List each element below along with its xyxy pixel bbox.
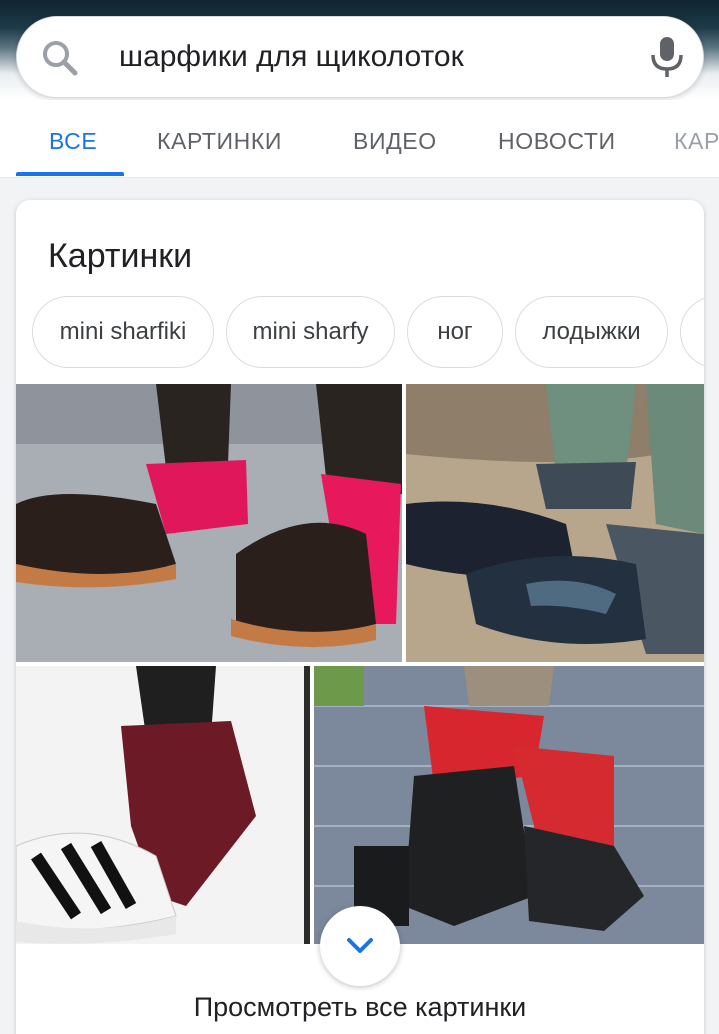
tab-images[interactable]: КАРТИНКИ — [157, 128, 282, 155]
image-result-3[interactable] — [16, 666, 310, 944]
tab-all[interactable]: ВСЕ — [49, 128, 97, 155]
chevron-down-icon — [347, 938, 373, 953]
active-tab-indicator — [16, 172, 124, 176]
pink-scarf-loafers-image — [16, 384, 402, 662]
search-bar[interactable]: шарфики для щиколоток — [16, 16, 704, 98]
grey-scarf-loafers-image — [406, 384, 704, 662]
microphone-icon[interactable] — [645, 35, 689, 81]
search-input[interactable]: шарфики для щиколоток — [119, 40, 464, 74]
search-tabs: ВСЕ КАРТИНКИ ВИДЕО НОВОСТИ КАРТЫ — [0, 100, 719, 178]
images-card: Картинки mini sharfiki mini sharfy ног л… — [16, 200, 704, 1034]
image-result-2[interactable] — [406, 384, 704, 662]
chip-partial[interactable] — [680, 296, 704, 368]
chip-lodyzhki[interactable]: лодыжки — [515, 296, 668, 368]
tab-news[interactable]: НОВОСТИ — [498, 128, 616, 155]
chip-nog[interactable]: ног — [407, 296, 503, 368]
chip-mini-sharfy[interactable]: mini sharfy — [226, 296, 395, 368]
burgundy-scarf-sneaker-image — [16, 666, 310, 944]
search-icon[interactable] — [39, 37, 81, 79]
chip-mini-sharfiki[interactable]: mini sharfiki — [32, 296, 214, 368]
image-result-1[interactable] — [16, 384, 402, 662]
image-result-4[interactable] — [314, 666, 704, 944]
expand-images-button[interactable] — [320, 906, 400, 986]
tab-video[interactable]: ВИДЕО — [353, 128, 437, 155]
tab-maps[interactable]: КАРТЫ — [674, 128, 719, 155]
related-searches-chips: mini sharfiki mini sharfy ног лодыжки — [16, 296, 704, 368]
red-scarf-boots-image — [314, 666, 704, 944]
card-title: Картинки — [48, 237, 193, 275]
see-all-images-link[interactable]: Просмотреть все картинки — [16, 992, 704, 1023]
